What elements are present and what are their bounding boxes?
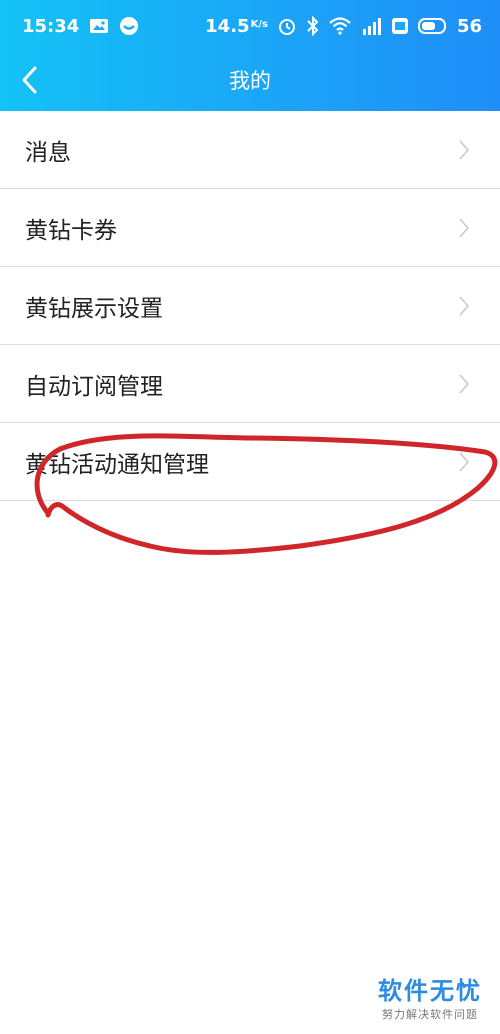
image-notification-icon (89, 17, 109, 35)
watermark-title: 软件无忧 (378, 977, 482, 1005)
menu-item-label: 黄钻卡券 (25, 217, 117, 244)
menu-item-display-settings[interactable]: 黄钻展示设置 (0, 267, 500, 345)
watermark-logo: 软件无忧 努力解决软件问题 (378, 971, 482, 1022)
back-button[interactable] (8, 58, 52, 102)
chevron-right-icon (458, 139, 470, 161)
battery-icon (417, 17, 448, 35)
settings-menu-list: 消息 黄钻卡券 黄钻展示设置 自动订阅管理 黄钻活动通知管理 (0, 111, 500, 501)
signal-4g-icon (360, 16, 382, 36)
chevron-right-icon (458, 451, 470, 473)
menu-item-label: 自动订阅管理 (25, 373, 163, 400)
menu-item-label: 消息 (25, 139, 71, 166)
menu-item-label: 黄钻展示设置 (25, 295, 163, 322)
menu-item-auto-subscription[interactable]: 自动订阅管理 (0, 345, 500, 423)
navigation-bar: 我的 (0, 52, 500, 108)
wifi-icon (329, 17, 351, 35)
menu-item-activity-notifications[interactable]: 黄钻活动通知管理 (0, 423, 500, 501)
app-header: 15:34 14.5K/s 56 我的 (0, 0, 500, 111)
bluetooth-icon (306, 16, 320, 36)
chevron-right-icon (458, 217, 470, 239)
status-bar: 15:34 14.5K/s 56 (0, 0, 500, 52)
menu-item-label: 黄钻活动通知管理 (25, 451, 209, 478)
chevron-right-icon (458, 295, 470, 317)
chevron-right-icon (458, 373, 470, 395)
hd-icon (391, 16, 409, 36)
network-speed: 14.5K/s (205, 15, 268, 37)
status-time: 15:34 (22, 15, 80, 37)
watermark-subtitle: 努力解决软件问题 (382, 1008, 478, 1021)
alarm-icon (277, 16, 297, 36)
app-notification-icon (119, 16, 139, 36)
chevron-left-icon (22, 66, 37, 94)
battery-level: 56 (456, 15, 482, 37)
menu-item-messages[interactable]: 消息 (0, 111, 500, 189)
page-title: 我的 (229, 69, 271, 93)
menu-item-coupons[interactable]: 黄钻卡券 (0, 189, 500, 267)
